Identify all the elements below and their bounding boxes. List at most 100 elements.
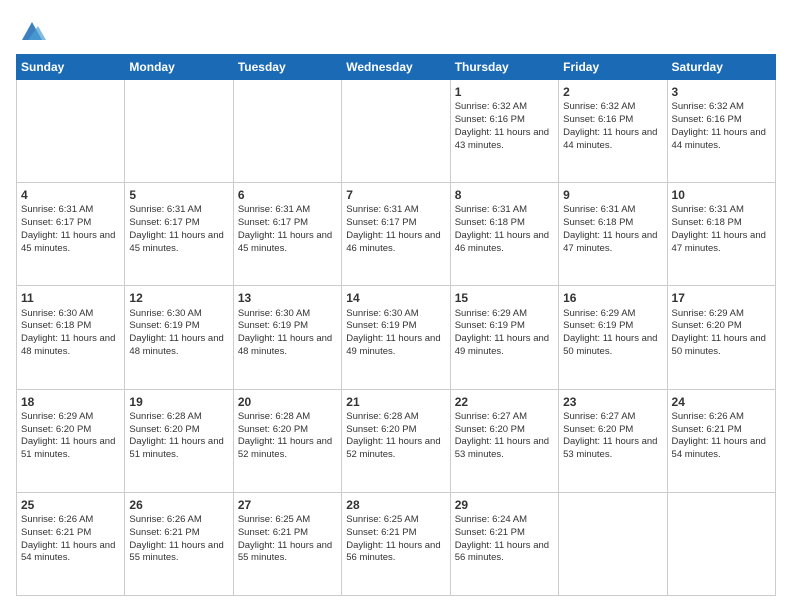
day-info: Sunset: 6:20 PM xyxy=(563,424,662,437)
day-info: Sunrise: 6:29 AM xyxy=(21,411,120,424)
day-info: Sunset: 6:18 PM xyxy=(21,320,120,333)
day-info: Daylight: 11 hours and 45 minutes. xyxy=(21,230,120,256)
calendar-cell: 7Sunrise: 6:31 AMSunset: 6:17 PMDaylight… xyxy=(342,183,450,286)
day-info: Sunset: 6:19 PM xyxy=(129,320,228,333)
day-number: 22 xyxy=(455,394,554,410)
day-number: 23 xyxy=(563,394,662,410)
calendar-cell: 6Sunrise: 6:31 AMSunset: 6:17 PMDaylight… xyxy=(233,183,341,286)
day-info: Sunset: 6:21 PM xyxy=(238,527,337,540)
day-info: Sunset: 6:21 PM xyxy=(21,527,120,540)
day-info: Sunset: 6:16 PM xyxy=(455,114,554,127)
day-number: 7 xyxy=(346,187,445,203)
calendar-header: SundayMondayTuesdayWednesdayThursdayFrid… xyxy=(17,55,776,80)
calendar-cell: 4Sunrise: 6:31 AMSunset: 6:17 PMDaylight… xyxy=(17,183,125,286)
calendar: SundayMondayTuesdayWednesdayThursdayFrid… xyxy=(16,54,776,596)
day-info: Sunrise: 6:30 AM xyxy=(129,308,228,321)
day-info: Daylight: 11 hours and 54 minutes. xyxy=(21,540,120,566)
calendar-cell xyxy=(342,80,450,183)
calendar-cell: 26Sunrise: 6:26 AMSunset: 6:21 PMDayligh… xyxy=(125,492,233,595)
calendar-cell: 25Sunrise: 6:26 AMSunset: 6:21 PMDayligh… xyxy=(17,492,125,595)
day-info: Daylight: 11 hours and 53 minutes. xyxy=(563,436,662,462)
calendar-cell: 10Sunrise: 6:31 AMSunset: 6:18 PMDayligh… xyxy=(667,183,775,286)
weekday-header-saturday: Saturday xyxy=(667,55,775,80)
day-info: Sunrise: 6:28 AM xyxy=(129,411,228,424)
day-number: 13 xyxy=(238,290,337,306)
day-number: 21 xyxy=(346,394,445,410)
day-info: Sunrise: 6:26 AM xyxy=(129,514,228,527)
calendar-cell xyxy=(233,80,341,183)
calendar-cell: 18Sunrise: 6:29 AMSunset: 6:20 PMDayligh… xyxy=(17,389,125,492)
day-info: Sunset: 6:18 PM xyxy=(455,217,554,230)
day-number: 1 xyxy=(455,84,554,100)
calendar-cell: 24Sunrise: 6:26 AMSunset: 6:21 PMDayligh… xyxy=(667,389,775,492)
day-info: Sunrise: 6:29 AM xyxy=(563,308,662,321)
day-info: Daylight: 11 hours and 52 minutes. xyxy=(346,436,445,462)
day-info: Sunset: 6:17 PM xyxy=(346,217,445,230)
day-info: Sunrise: 6:31 AM xyxy=(238,204,337,217)
day-number: 2 xyxy=(563,84,662,100)
calendar-cell: 14Sunrise: 6:30 AMSunset: 6:19 PMDayligh… xyxy=(342,286,450,389)
day-info: Daylight: 11 hours and 44 minutes. xyxy=(672,127,771,153)
weekday-header-sunday: Sunday xyxy=(17,55,125,80)
day-number: 15 xyxy=(455,290,554,306)
calendar-cell: 5Sunrise: 6:31 AMSunset: 6:17 PMDaylight… xyxy=(125,183,233,286)
day-info: Sunrise: 6:29 AM xyxy=(672,308,771,321)
day-info: Sunset: 6:18 PM xyxy=(672,217,771,230)
day-info: Daylight: 11 hours and 51 minutes. xyxy=(129,436,228,462)
day-info: Daylight: 11 hours and 45 minutes. xyxy=(238,230,337,256)
day-info: Daylight: 11 hours and 48 minutes. xyxy=(129,333,228,359)
day-info: Sunset: 6:20 PM xyxy=(238,424,337,437)
day-number: 26 xyxy=(129,497,228,513)
day-info: Sunset: 6:20 PM xyxy=(346,424,445,437)
day-info: Daylight: 11 hours and 50 minutes. xyxy=(672,333,771,359)
logo xyxy=(16,16,46,44)
day-info: Sunset: 6:21 PM xyxy=(346,527,445,540)
day-info: Daylight: 11 hours and 46 minutes. xyxy=(346,230,445,256)
day-info: Sunrise: 6:29 AM xyxy=(455,308,554,321)
day-info: Daylight: 11 hours and 54 minutes. xyxy=(672,436,771,462)
day-info: Sunset: 6:20 PM xyxy=(672,320,771,333)
day-number: 16 xyxy=(563,290,662,306)
day-info: Sunrise: 6:28 AM xyxy=(346,411,445,424)
day-info: Daylight: 11 hours and 56 minutes. xyxy=(455,540,554,566)
day-info: Sunrise: 6:27 AM xyxy=(455,411,554,424)
day-info: Sunrise: 6:30 AM xyxy=(346,308,445,321)
day-number: 20 xyxy=(238,394,337,410)
day-info: Sunrise: 6:31 AM xyxy=(672,204,771,217)
calendar-cell: 12Sunrise: 6:30 AMSunset: 6:19 PMDayligh… xyxy=(125,286,233,389)
day-info: Sunset: 6:19 PM xyxy=(455,320,554,333)
day-info: Daylight: 11 hours and 43 minutes. xyxy=(455,127,554,153)
calendar-cell xyxy=(667,492,775,595)
weekday-header-tuesday: Tuesday xyxy=(233,55,341,80)
day-info: Sunset: 6:19 PM xyxy=(346,320,445,333)
day-number: 18 xyxy=(21,394,120,410)
calendar-cell: 28Sunrise: 6:25 AMSunset: 6:21 PMDayligh… xyxy=(342,492,450,595)
day-info: Sunrise: 6:26 AM xyxy=(672,411,771,424)
day-number: 29 xyxy=(455,497,554,513)
day-info: Sunrise: 6:24 AM xyxy=(455,514,554,527)
day-number: 14 xyxy=(346,290,445,306)
week-row-1: 4Sunrise: 6:31 AMSunset: 6:17 PMDaylight… xyxy=(17,183,776,286)
day-number: 9 xyxy=(563,187,662,203)
day-info: Sunrise: 6:30 AM xyxy=(238,308,337,321)
calendar-cell: 21Sunrise: 6:28 AMSunset: 6:20 PMDayligh… xyxy=(342,389,450,492)
day-info: Sunrise: 6:31 AM xyxy=(455,204,554,217)
day-info: Daylight: 11 hours and 51 minutes. xyxy=(21,436,120,462)
day-info: Sunrise: 6:31 AM xyxy=(346,204,445,217)
calendar-cell xyxy=(125,80,233,183)
day-info: Sunset: 6:21 PM xyxy=(672,424,771,437)
day-info: Daylight: 11 hours and 45 minutes. xyxy=(129,230,228,256)
calendar-cell: 2Sunrise: 6:32 AMSunset: 6:16 PMDaylight… xyxy=(559,80,667,183)
day-info: Sunrise: 6:30 AM xyxy=(21,308,120,321)
calendar-cell: 23Sunrise: 6:27 AMSunset: 6:20 PMDayligh… xyxy=(559,389,667,492)
day-info: Sunset: 6:17 PM xyxy=(21,217,120,230)
day-number: 3 xyxy=(672,84,771,100)
day-number: 17 xyxy=(672,290,771,306)
day-info: Sunset: 6:21 PM xyxy=(129,527,228,540)
day-info: Sunset: 6:20 PM xyxy=(129,424,228,437)
day-info: Sunrise: 6:26 AM xyxy=(21,514,120,527)
day-info: Sunrise: 6:31 AM xyxy=(129,204,228,217)
day-info: Daylight: 11 hours and 53 minutes. xyxy=(455,436,554,462)
day-info: Sunset: 6:16 PM xyxy=(563,114,662,127)
calendar-cell: 19Sunrise: 6:28 AMSunset: 6:20 PMDayligh… xyxy=(125,389,233,492)
